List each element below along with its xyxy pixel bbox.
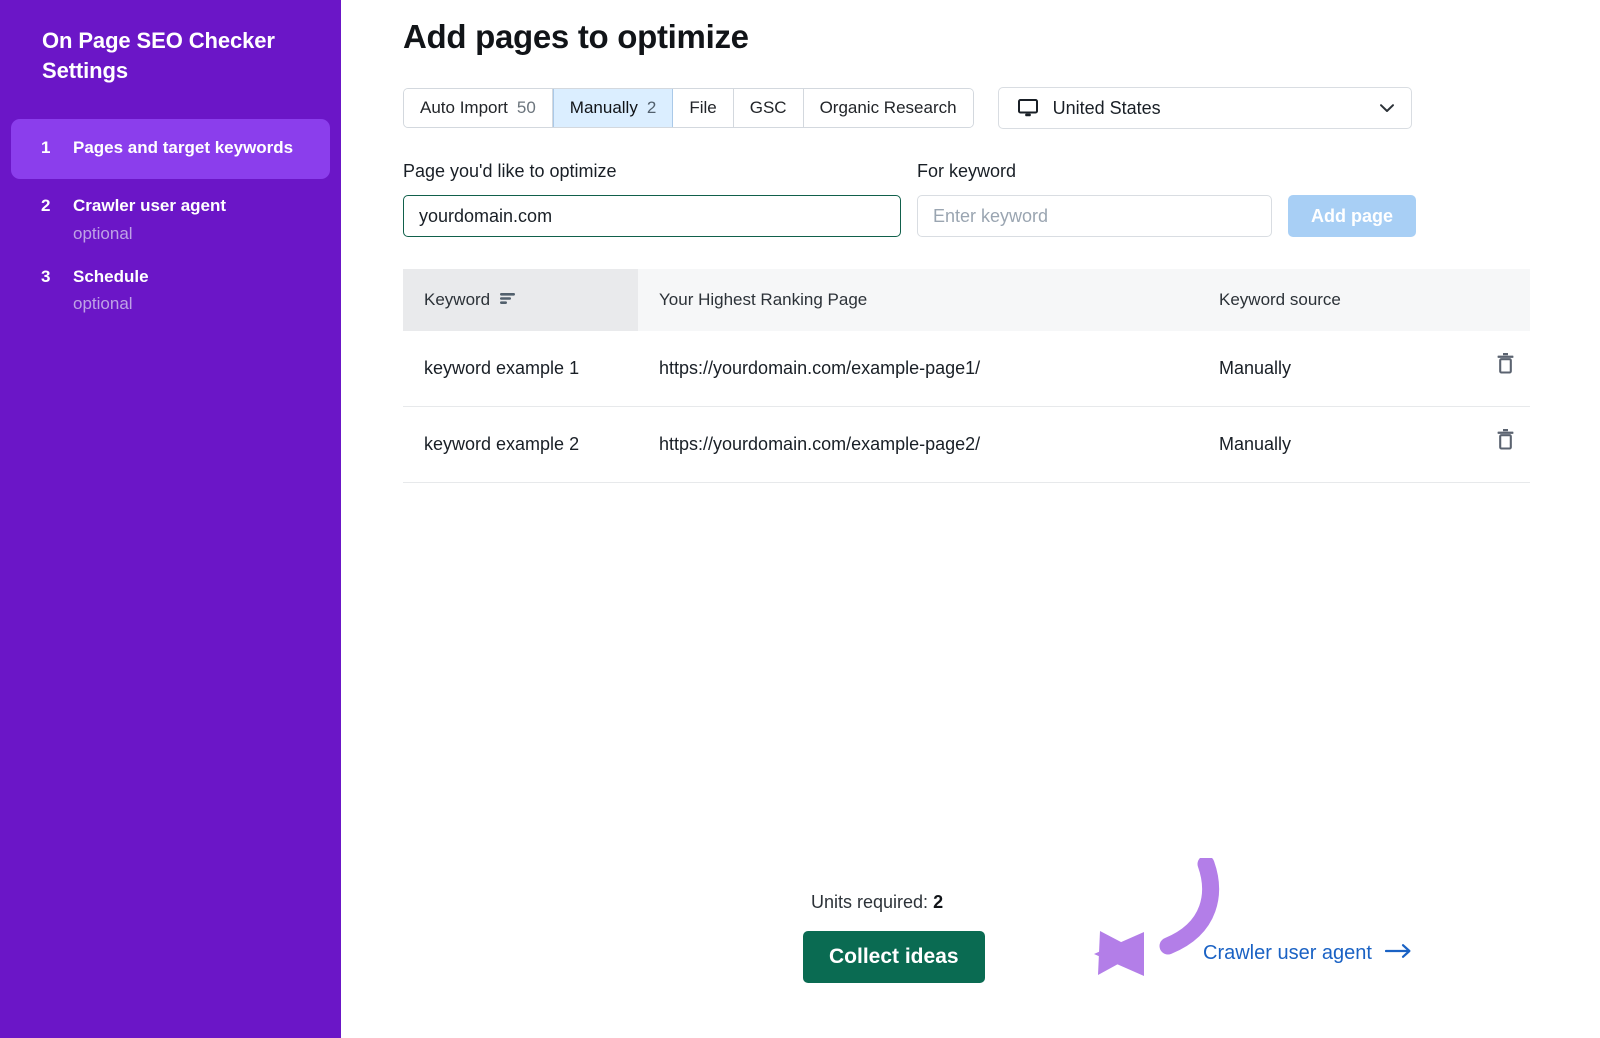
keyword-field-label: For keyword — [917, 161, 1272, 182]
add-page-button[interactable]: Add page — [1288, 195, 1416, 237]
collect-ideas-button[interactable]: Collect ideas — [803, 931, 985, 983]
step-number: 3 — [41, 264, 53, 290]
chevron-down-icon — [1377, 98, 1397, 118]
tab-organic-research[interactable]: Organic Research — [804, 89, 973, 127]
tab-gsc[interactable]: GSC — [734, 89, 804, 127]
page-url-input[interactable] — [403, 195, 901, 237]
sidebar-item-label: Crawler user agent — [73, 193, 226, 219]
cell-page: https://yourdomain.com/example-page2/ — [638, 407, 1198, 483]
keyword-field-group: For keyword — [917, 161, 1272, 237]
tab-auto-import[interactable]: Auto Import 50 — [404, 89, 553, 127]
sidebar-item-label: Pages and target keywords — [73, 135, 293, 161]
trash-icon[interactable] — [1496, 352, 1515, 374]
arrow-right-icon — [1385, 942, 1413, 965]
keywords-table-body: keyword example 1 https://yourdomain.com… — [403, 331, 1530, 483]
sidebar-item-crawler-user-agent[interactable]: 2 Crawler user agent optional — [11, 179, 330, 250]
cell-actions — [1460, 407, 1530, 483]
cell-actions — [1460, 331, 1530, 407]
units-required: Units required: 2 — [811, 892, 943, 913]
units-required-value: 2 — [933, 892, 943, 912]
country-select-value: United States — [1053, 98, 1377, 119]
tab-label: Organic Research — [820, 98, 957, 118]
page-source-tabs: Auto Import 50 Manually 2 File GSC Organ… — [403, 88, 974, 128]
cell-source: Manually — [1198, 331, 1460, 407]
table-row: keyword example 2 https://yourdomain.com… — [403, 407, 1530, 483]
page-title: Add pages to optimize — [403, 18, 1600, 56]
sidebar-item-schedule[interactable]: 3 Schedule optional — [11, 250, 330, 321]
table-row: keyword example 1 https://yourdomain.com… — [403, 331, 1530, 407]
country-device-select[interactable]: United States — [998, 87, 1412, 129]
column-header-keyword-source[interactable]: Keyword source — [1198, 269, 1460, 331]
cell-source: Manually — [1198, 407, 1460, 483]
column-header-keyword[interactable]: Keyword — [403, 269, 638, 331]
tab-label: Auto Import — [420, 98, 508, 118]
source-controls-row: Auto Import 50 Manually 2 File GSC Organ… — [403, 87, 1600, 129]
sort-icon — [499, 290, 516, 310]
column-header-label: Keyword — [424, 290, 490, 310]
column-header-highest-ranking-page[interactable]: Your Highest Ranking Page — [638, 269, 1198, 331]
step-number: 1 — [41, 135, 53, 161]
tab-file[interactable]: File — [673, 89, 733, 127]
crawler-user-agent-link-label: Crawler user agent — [1203, 942, 1372, 965]
units-required-label: Units required: — [811, 892, 928, 912]
trash-icon[interactable] — [1496, 428, 1515, 450]
footer-actions: Units required: 2 Collect ideas Crawler … — [341, 880, 1600, 1020]
sidebar-item-label: Schedule — [73, 264, 149, 290]
step-number: 2 — [41, 193, 53, 219]
tab-manually[interactable]: Manually 2 — [553, 89, 674, 127]
sidebar-title: On Page SEO Checker Settings — [0, 26, 341, 86]
add-page-form: Page you'd like to optimize For keyword … — [403, 161, 1600, 237]
tab-count: 50 — [517, 98, 536, 118]
main-content: Add pages to optimize Auto Import 50 Man… — [341, 0, 1600, 1038]
column-header-actions — [1460, 269, 1530, 331]
cell-page: https://yourdomain.com/example-page1/ — [638, 331, 1198, 407]
crawler-user-agent-link[interactable]: Crawler user agent — [1203, 942, 1413, 965]
column-header-label: Keyword source — [1219, 290, 1341, 309]
cell-keyword: keyword example 1 — [403, 331, 638, 407]
keywords-table-head: Keyword Your Highest Ranking Pag — [403, 269, 1530, 331]
sidebar-item-optional-tag: optional — [73, 221, 226, 247]
page-field-label: Page you'd like to optimize — [403, 161, 901, 182]
app-window: On Page SEO Checker Settings 1 Pages and… — [0, 0, 1600, 1038]
sidebar-item-optional-tag: optional — [73, 291, 149, 317]
monitor-icon — [1017, 98, 1039, 118]
column-header-label: Your Highest Ranking Page — [659, 290, 867, 309]
tab-label: GSC — [750, 98, 787, 118]
keyword-input[interactable] — [917, 195, 1272, 237]
cell-keyword: keyword example 2 — [403, 407, 638, 483]
page-field-group: Page you'd like to optimize — [403, 161, 901, 237]
sidebar-steps: 1 Pages and target keywords 2 Crawler us… — [0, 119, 341, 321]
sidebar-item-pages-and-target-keywords[interactable]: 1 Pages and target keywords — [11, 119, 330, 179]
tab-count: 2 — [647, 98, 656, 118]
settings-sidebar: On Page SEO Checker Settings 1 Pages and… — [0, 0, 341, 1038]
table-header-row: Keyword Your Highest Ranking Pag — [403, 269, 1530, 331]
tab-label: Manually — [570, 98, 638, 118]
keywords-table: Keyword Your Highest Ranking Pag — [403, 269, 1530, 483]
tab-label: File — [689, 98, 716, 118]
